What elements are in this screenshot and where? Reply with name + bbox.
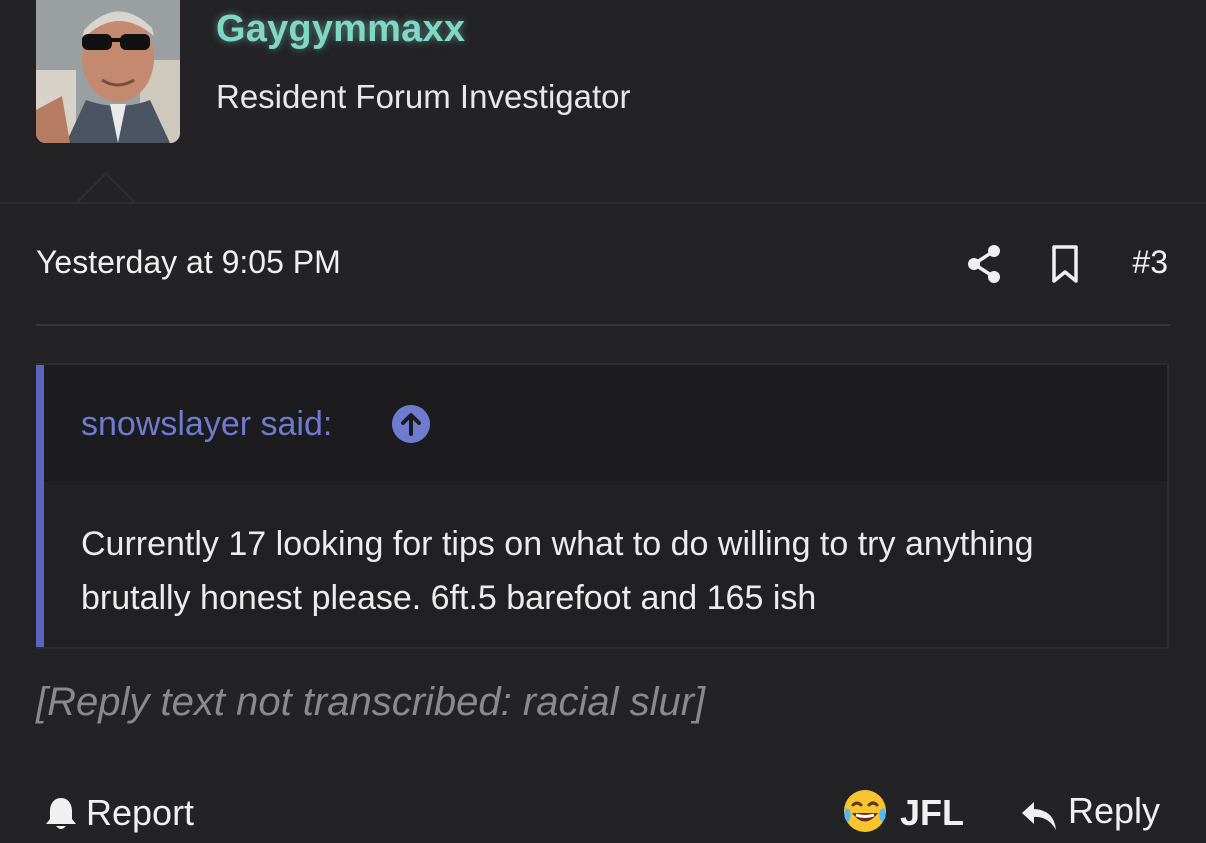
share-icon[interactable]	[966, 244, 1002, 284]
post-meta: Yesterday at 9:05 PM #3	[36, 236, 1170, 292]
post-number[interactable]: #3	[1132, 244, 1168, 281]
quote-accent-bar	[36, 365, 44, 647]
bell-icon	[46, 798, 76, 829]
arrow-up-circle-icon[interactable]	[392, 405, 430, 443]
message-pointer-inner	[78, 175, 134, 203]
crying-laughing-emoji-icon	[844, 790, 886, 832]
forum-post: Gaygymmaxx Resident Forum Investigator Y…	[0, 0, 1206, 843]
reaction-label: JFL	[900, 792, 965, 833]
post-actions: Report JFL Reply	[36, 786, 1170, 843]
reply-label: Reply	[1068, 790, 1161, 831]
report-label: Report	[86, 792, 195, 833]
quote-author-link[interactable]: snowslayer said:	[81, 405, 332, 444]
avatar-image	[36, 0, 180, 143]
post-timestamp[interactable]: Yesterday at 9:05 PM	[36, 244, 341, 281]
quote-header: snowslayer said:	[44, 365, 1167, 481]
post-body: [Reply text not transcribed: racial slur…	[36, 680, 706, 724]
username[interactable]: Gaygymmaxx	[216, 8, 465, 51]
user-title: Resident Forum Investigator	[216, 78, 631, 115]
reply-arrow-icon	[1022, 802, 1056, 830]
quote-block: snowslayer said: Currently 17 looking fo…	[36, 363, 1169, 649]
divider	[0, 202, 1206, 204]
avatar[interactable]	[36, 0, 180, 143]
bookmark-icon[interactable]	[1048, 244, 1082, 284]
quote-text: Currently 17 looking for tips on what to…	[81, 525, 1034, 617]
divider	[36, 324, 1170, 326]
post-author-block: Gaygymmaxx Resident Forum Investigator	[0, 0, 1206, 203]
reaction-button[interactable]: JFL	[842, 788, 972, 836]
reply-button[interactable]: Reply	[1020, 790, 1170, 838]
